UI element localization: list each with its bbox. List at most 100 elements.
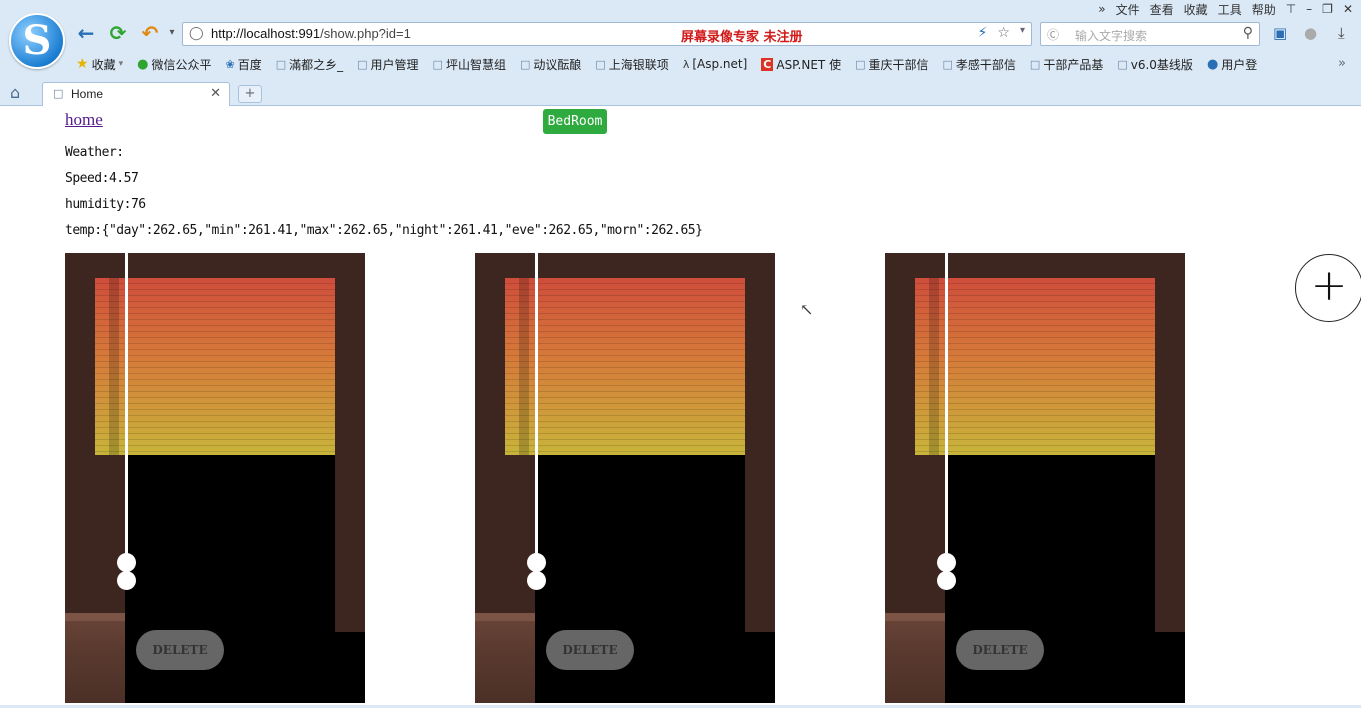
chevron-down-icon[interactable]: ▾	[1020, 25, 1025, 41]
menu-view[interactable]: 查看	[1150, 1, 1174, 18]
cord-knob-icon[interactable]	[527, 571, 546, 590]
page-icon: □	[855, 57, 866, 71]
pull-cord[interactable]	[125, 253, 128, 558]
add-device-button[interactable]: +	[1295, 254, 1361, 322]
humidity-value: humidity:76	[65, 197, 146, 212]
page-icon: □	[357, 57, 368, 71]
speed-value: Speed:4.57	[65, 171, 139, 186]
refresh-icon[interactable]: ⟳	[106, 22, 130, 44]
wechat-icon: ●	[137, 56, 149, 72]
curtain-card[interactable]: DELETE	[885, 253, 1185, 703]
undo-icon[interactable]: ↶	[138, 22, 162, 44]
undo-dropdown-icon[interactable]: ▾	[160, 22, 184, 44]
cord-shadow	[929, 278, 939, 455]
bookmark-item[interactable]: ★ 收藏 ▾	[76, 56, 123, 73]
bookmarks-more-icon[interactable]: »	[1338, 56, 1346, 71]
page-icon: □	[1029, 57, 1041, 71]
cord-knob-icon[interactable]	[527, 553, 546, 572]
window-opening	[745, 632, 775, 703]
menu-more[interactable]: »	[1098, 2, 1105, 16]
bookmark-item[interactable]: □ 动议酝酿	[520, 56, 581, 73]
delete-button[interactable]: DELETE	[546, 630, 634, 670]
more-icon[interactable]: ●	[1304, 24, 1317, 42]
window-opening	[1155, 632, 1185, 703]
delete-button[interactable]: DELETE	[136, 630, 224, 670]
bookmark-item[interactable]: ● 用户登	[1207, 56, 1257, 73]
home-link[interactable]: home	[65, 110, 103, 130]
search-box[interactable]: Ⓒ 输入文字搜索 ⚲	[1040, 22, 1260, 46]
browser-chrome: S » 文件 查看 收藏 工具 帮助 ⊤ – ❐ ✕ ← ⟳ ↶ ▾ ◯ htt…	[0, 0, 1361, 106]
page-icon: □	[275, 57, 287, 71]
bookmark-item[interactable]: λ [Asp.net]	[683, 57, 747, 71]
cord-knob-icon[interactable]	[117, 571, 136, 590]
home-icon[interactable]: ⌂	[10, 83, 20, 102]
curtain-blind[interactable]	[505, 278, 745, 455]
minimize-button[interactable]: –	[1306, 2, 1312, 16]
curtain-blind[interactable]	[95, 278, 335, 455]
bookmark-item[interactable]: □ 坪山智慧组	[433, 56, 506, 73]
window-ledge	[475, 613, 535, 703]
bookmark-item[interactable]: □ 滿都之乡_	[276, 56, 343, 73]
address-tools: ⚡ ☆ ▾	[978, 25, 1025, 41]
new-tab-button[interactable]: +	[238, 85, 262, 103]
page-content: home BedRoom Weather: Speed:4.57 humidit…	[0, 106, 1361, 708]
cord-shadow	[109, 278, 119, 455]
bookmark-item[interactable]: □ v6.0基线版	[1117, 56, 1193, 73]
lightning-icon[interactable]: ⚡	[978, 25, 988, 41]
window-ledge	[65, 613, 125, 703]
window-ledge	[885, 613, 945, 703]
bookmark-item[interactable]: C ASP.NET 使	[761, 56, 841, 73]
security-shield-icon: ◯	[189, 26, 204, 41]
curtain-blind[interactable]	[915, 278, 1155, 455]
bookmark-item[interactable]: □ 干部产品基	[1030, 56, 1103, 73]
baidu-icon: ❀	[225, 57, 235, 71]
page-icon: □	[1117, 57, 1128, 71]
recorder-banner: 屏幕录像专家 未注册	[681, 30, 803, 45]
back-arrow-icon[interactable]: ←	[74, 22, 98, 44]
browser-logo: S	[9, 13, 65, 69]
url-text[interactable]: http://localhost:991/show.php?id=1	[211, 26, 411, 41]
weather-label: Weather:	[65, 145, 124, 160]
skin-icon[interactable]: ⊤	[1286, 2, 1296, 16]
chevron-down-icon: ▾	[118, 59, 124, 69]
bookmark-item[interactable]: □ 上海银联项	[595, 56, 668, 73]
window-sill	[885, 613, 945, 621]
bookmark-item[interactable]: ❀ 百度	[225, 56, 261, 73]
page-icon: □	[432, 57, 443, 71]
cord-knob-icon[interactable]	[937, 571, 956, 590]
menu-file[interactable]: 文件	[1116, 1, 1140, 18]
restore-button[interactable]: ❐	[1322, 2, 1333, 16]
search-icon[interactable]: ⚲	[1243, 25, 1253, 41]
close-window-button[interactable]: ✕	[1343, 2, 1353, 16]
menu-favorites[interactable]: 收藏	[1184, 1, 1208, 18]
temp-value: temp:{"day":262.65,"min":261.41,"max":26…	[65, 223, 703, 238]
bookmark-item[interactable]: ● 微信公众平	[137, 56, 211, 73]
star-icon[interactable]: ☆	[997, 25, 1010, 41]
browser-menu: » 文件 查看 收藏 工具 帮助 ⊤ – ❐ ✕	[1098, 0, 1353, 18]
cord-knob-icon[interactable]	[937, 553, 956, 572]
window-sill	[475, 613, 535, 621]
download-icon[interactable]: ⤓	[1338, 24, 1345, 42]
mouse-cursor-icon: ↖	[800, 300, 814, 319]
bedroom-button[interactable]: BedRoom	[543, 109, 607, 134]
menu-tools[interactable]: 工具	[1218, 1, 1242, 18]
curtain-card[interactable]: DELETE	[65, 253, 365, 703]
page-icon: □	[53, 87, 64, 100]
pull-cord[interactable]	[535, 253, 538, 558]
bookmark-item[interactable]: □ 重庆干部信	[855, 56, 928, 73]
window-opening	[335, 632, 365, 703]
tab-home[interactable]: □ Home ✕	[42, 82, 230, 106]
pull-cord[interactable]	[945, 253, 948, 558]
close-icon[interactable]: ✕	[210, 86, 221, 101]
cord-knob-icon[interactable]	[117, 553, 136, 572]
search-input[interactable]: 输入文字搜索	[1075, 27, 1147, 44]
delete-button[interactable]: DELETE	[956, 630, 1044, 670]
address-bar[interactable]: ◯ http://localhost:991/show.php?id=1 屏幕录…	[182, 22, 1032, 46]
search-engine-icon[interactable]: Ⓒ	[1047, 26, 1059, 43]
menu-help[interactable]: 帮助	[1252, 1, 1276, 18]
curtain-card[interactable]: DELETE	[475, 253, 775, 703]
tab-title: Home	[71, 87, 104, 101]
bookmark-item[interactable]: □ 用户管理	[357, 56, 418, 73]
extension-icon[interactable]: ▣	[1273, 24, 1287, 42]
bookmark-item[interactable]: □ 孝感干部信	[943, 56, 1016, 73]
